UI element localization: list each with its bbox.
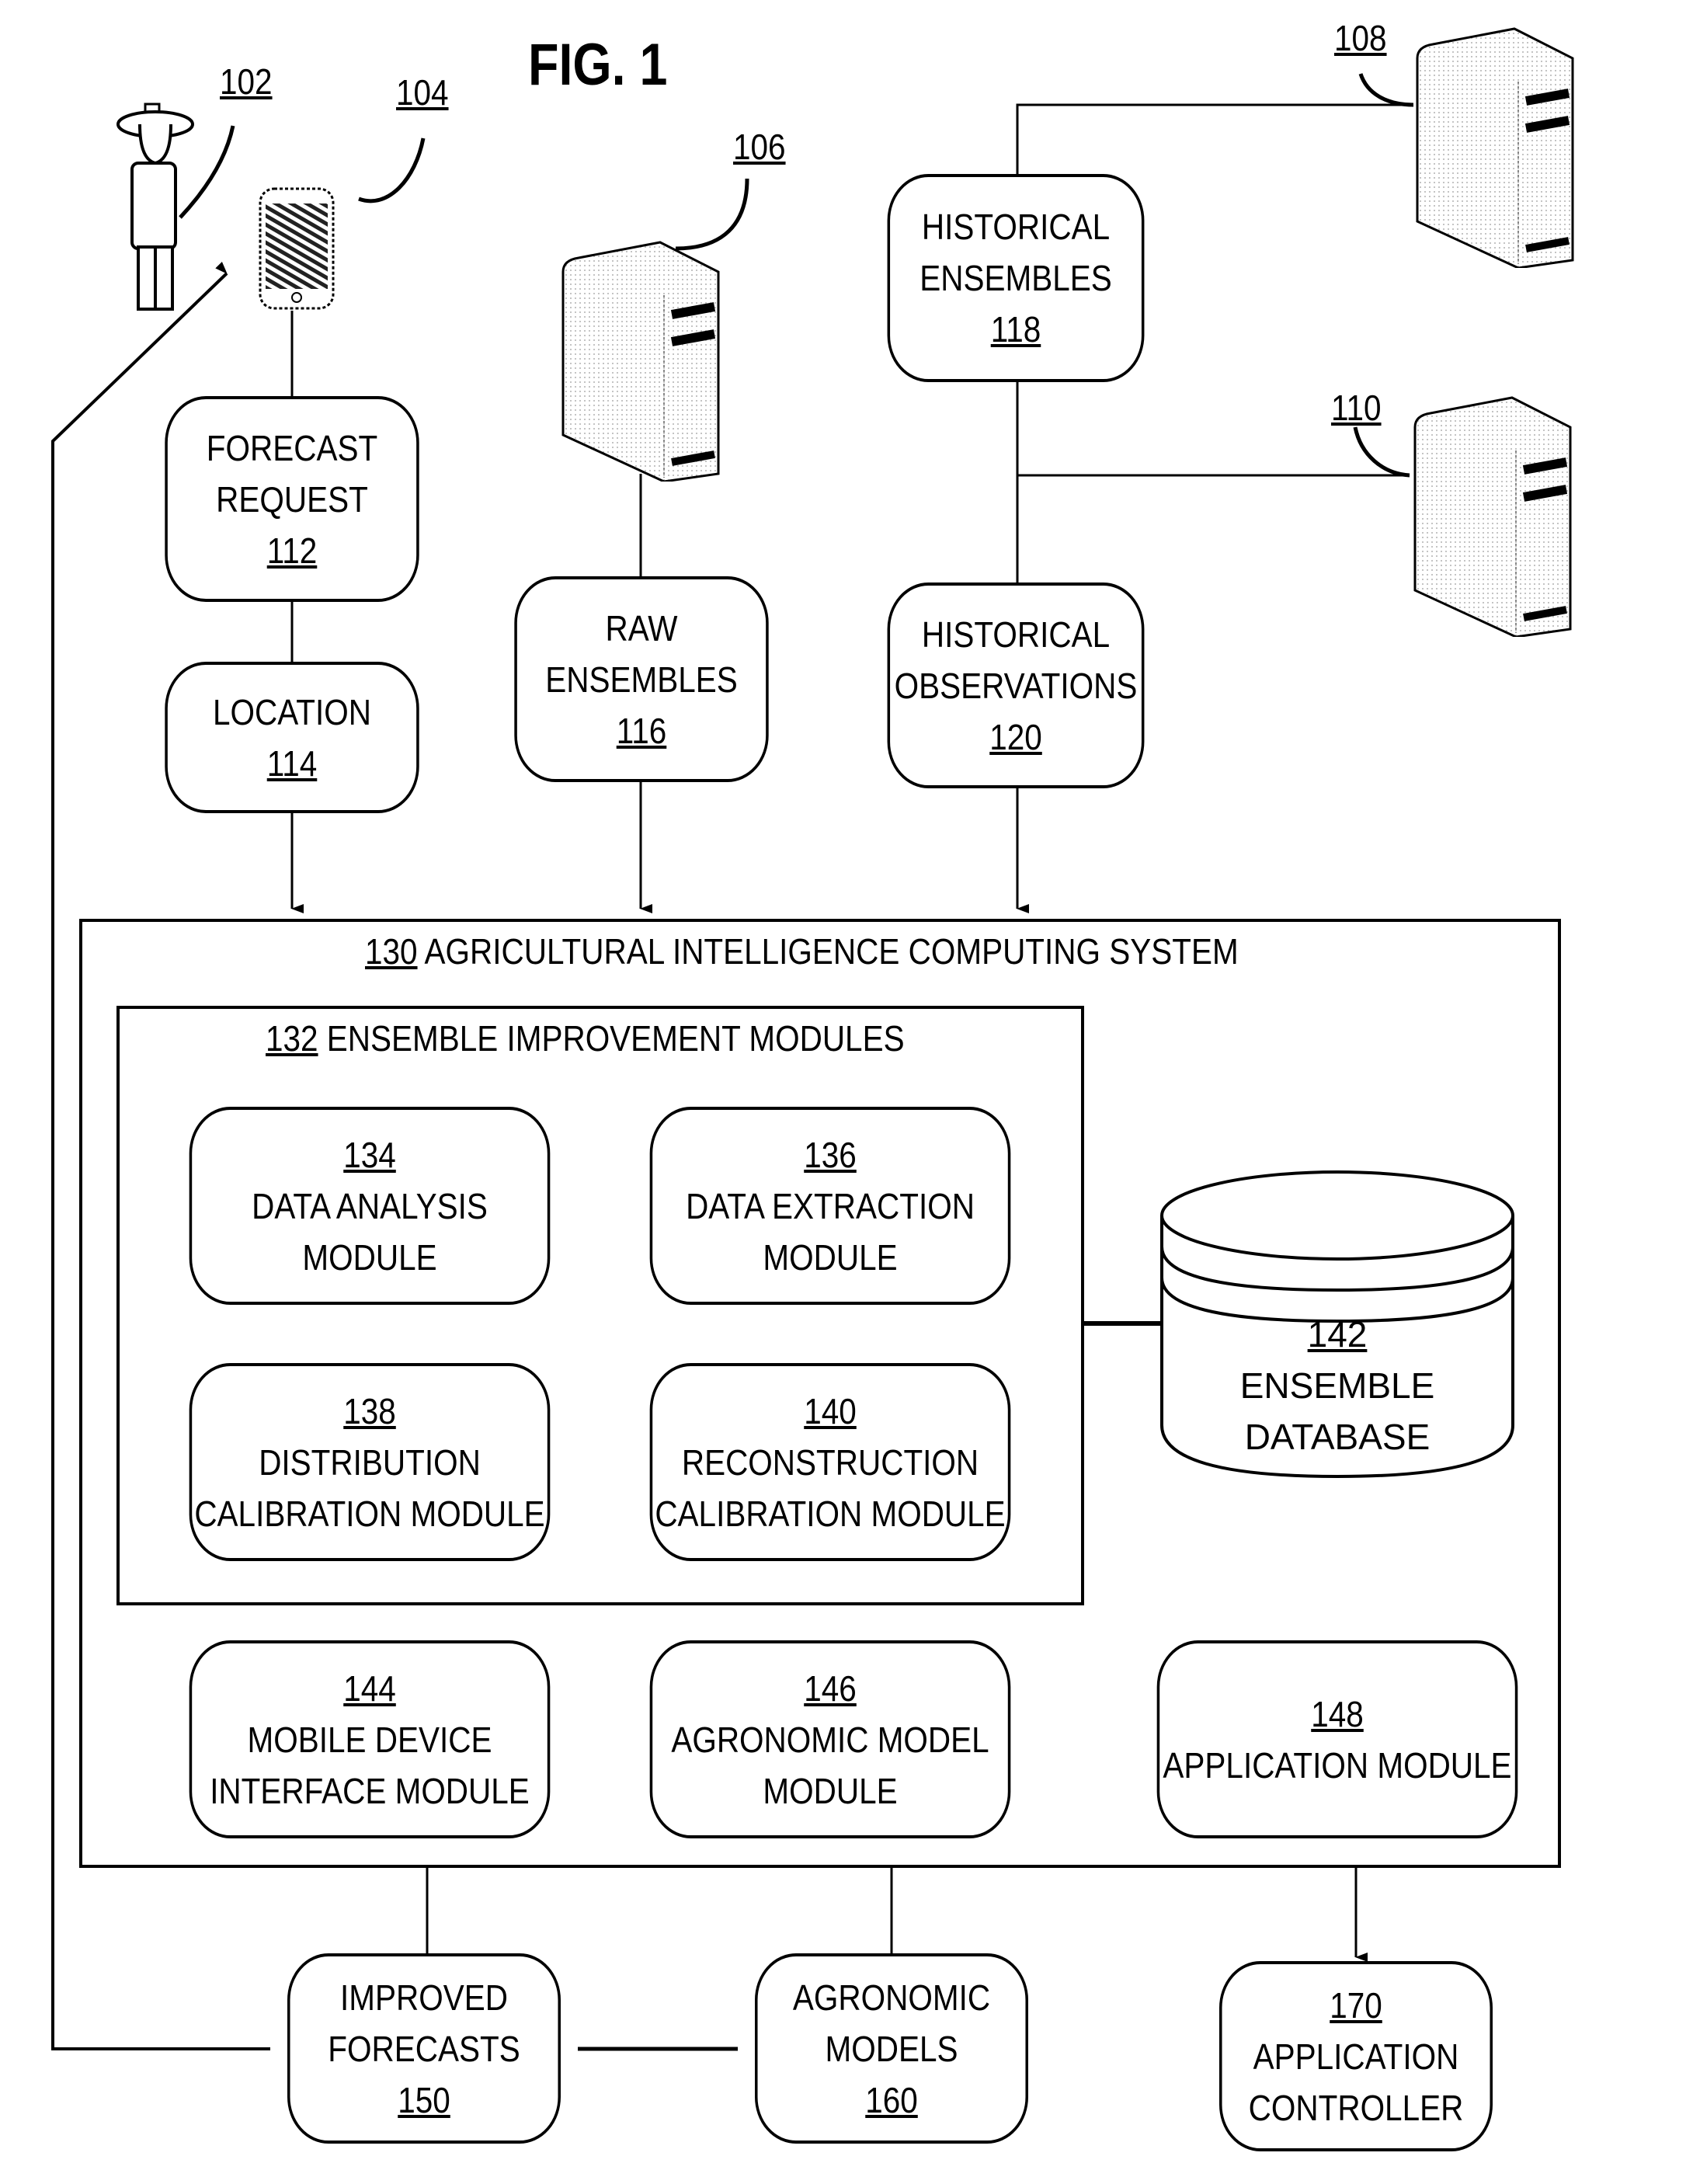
system-number: 130 xyxy=(365,931,418,972)
module-number: 138 xyxy=(343,1390,396,1431)
module-label: INTERFACE MODULE xyxy=(210,1770,530,1811)
figure-title: FIG. 1 xyxy=(528,32,668,98)
historical-ensembles-server-icon xyxy=(1416,27,1574,268)
module-label: MODULE xyxy=(763,1236,898,1278)
ref-mobile-device: 104 xyxy=(396,72,449,113)
system-label: AGRICULTURAL INTELLIGENCE COMPUTING SYST… xyxy=(424,931,1239,972)
module-number: 144 xyxy=(343,1668,396,1709)
module-label: APPLICATION MODULE xyxy=(1163,1744,1512,1786)
module-number: 136 xyxy=(804,1134,857,1175)
module-number: 140 xyxy=(804,1390,857,1431)
location-node[interactable]: LOCATION 114 xyxy=(165,662,419,813)
node-number: 114 xyxy=(266,742,318,784)
node-label: FORECASTS xyxy=(328,2028,520,2069)
node-label: ENSEMBLES xyxy=(920,258,1112,298)
distribution-calibration-module[interactable]: 138 DISTRIBUTION CALIBRATION MODULE xyxy=(189,1363,551,1561)
node-label: REQUEST xyxy=(216,478,368,520)
module-label: MODULE xyxy=(763,1770,898,1811)
ensemble-database-label: 142 ENSEMBLE DATABASE xyxy=(1159,1309,1516,1462)
ref-user: 102 xyxy=(220,61,273,102)
system-title: 130 AGRICULTURAL INTELLIGENCE COMPUTING … xyxy=(365,930,1239,972)
mobile-device-interface-module[interactable]: 144 MOBILE DEVICE INTERFACE MODULE xyxy=(189,1640,551,1838)
node-number: 120 xyxy=(989,716,1042,757)
reconstruction-calibration-module[interactable]: 140 RECONSTRUCTION CALIBRATION MODULE xyxy=(649,1363,1011,1561)
node-label: ENSEMBLES xyxy=(545,659,738,700)
node-number: 118 xyxy=(990,309,1041,350)
ensemble-group-title: 132 ENSEMBLE IMPROVEMENT MODULES xyxy=(266,1017,905,1059)
database-label: ENSEMBLE xyxy=(1239,1365,1435,1406)
group-label: ENSEMBLE IMPROVEMENT MODULES xyxy=(326,1018,905,1059)
node-label: MODELS xyxy=(825,2028,958,2069)
application-controller-node[interactable]: 170 APPLICATION CONTROLLER xyxy=(1219,1961,1493,2151)
node-label: HISTORICAL xyxy=(921,614,1111,655)
raw-ensembles-server-icon xyxy=(561,241,720,482)
module-label: DATA ANALYSIS xyxy=(252,1185,488,1226)
node-label: OBSERVATIONS xyxy=(894,665,1138,706)
node-label: RAW xyxy=(605,607,678,649)
module-number: 148 xyxy=(1311,1693,1364,1734)
data-extraction-module[interactable]: 136 DATA EXTRACTION MODULE xyxy=(649,1107,1011,1305)
node-number: 170 xyxy=(1330,1984,1382,2026)
module-label: DISTRIBUTION xyxy=(259,1442,481,1483)
agronomic-models-node[interactable]: AGRONOMIC MODELS 160 xyxy=(755,1953,1028,2144)
node-label: CONTROLLER xyxy=(1248,2087,1464,2128)
database-label: DATABASE xyxy=(1244,1417,1431,1457)
ref-server-raw: 106 xyxy=(733,127,786,167)
node-label: AGRONOMIC xyxy=(792,1977,991,2018)
node-label: IMPROVED xyxy=(340,1977,508,2018)
node-number: 150 xyxy=(398,2079,450,2120)
forecast-request-node[interactable]: FORECAST REQUEST 112 xyxy=(165,396,419,602)
module-label: AGRONOMIC MODEL xyxy=(671,1719,989,1760)
node-label: LOCATION xyxy=(213,691,371,732)
database-number: 142 xyxy=(1307,1314,1368,1355)
node-label: APPLICATION xyxy=(1253,2036,1459,2077)
historical-ensembles-node[interactable]: HISTORICAL ENSEMBLES 118 xyxy=(887,174,1145,382)
module-number: 146 xyxy=(804,1668,857,1709)
application-module[interactable]: 148 APPLICATION MODULE xyxy=(1156,1640,1518,1838)
agronomic-model-module[interactable]: 146 AGRONOMIC MODEL MODULE xyxy=(649,1640,1011,1838)
ref-server-historical-ensembles: 108 xyxy=(1334,18,1387,58)
module-label: DATA EXTRACTION xyxy=(686,1185,975,1226)
module-label: MOBILE DEVICE xyxy=(247,1719,492,1760)
raw-ensembles-node[interactable]: RAW ENSEMBLES 116 xyxy=(514,576,769,782)
node-label: HISTORICAL xyxy=(921,207,1111,247)
module-number: 134 xyxy=(343,1134,396,1175)
node-number: 160 xyxy=(865,2079,918,2120)
module-label: CALIBRATION MODULE xyxy=(655,1493,1006,1534)
node-number: 112 xyxy=(266,530,318,571)
mobile-device-icon[interactable] xyxy=(258,186,335,311)
ref-server-historical-observations: 110 xyxy=(1331,388,1382,428)
group-number: 132 xyxy=(266,1018,318,1059)
data-analysis-module[interactable]: 134 DATA ANALYSIS MODULE xyxy=(189,1107,551,1305)
module-label: CALIBRATION MODULE xyxy=(194,1493,545,1534)
improved-forecasts-node[interactable]: IMPROVED FORECASTS 150 xyxy=(287,1953,561,2144)
module-label: MODULE xyxy=(302,1236,437,1278)
farmer-user-icon xyxy=(116,103,194,311)
module-label: RECONSTRUCTION xyxy=(681,1442,979,1483)
node-number: 116 xyxy=(616,710,667,751)
historical-observations-server-icon xyxy=(1413,396,1572,637)
node-label: FORECAST xyxy=(206,427,378,468)
historical-observations-node[interactable]: HISTORICAL OBSERVATIONS 120 xyxy=(887,583,1145,788)
